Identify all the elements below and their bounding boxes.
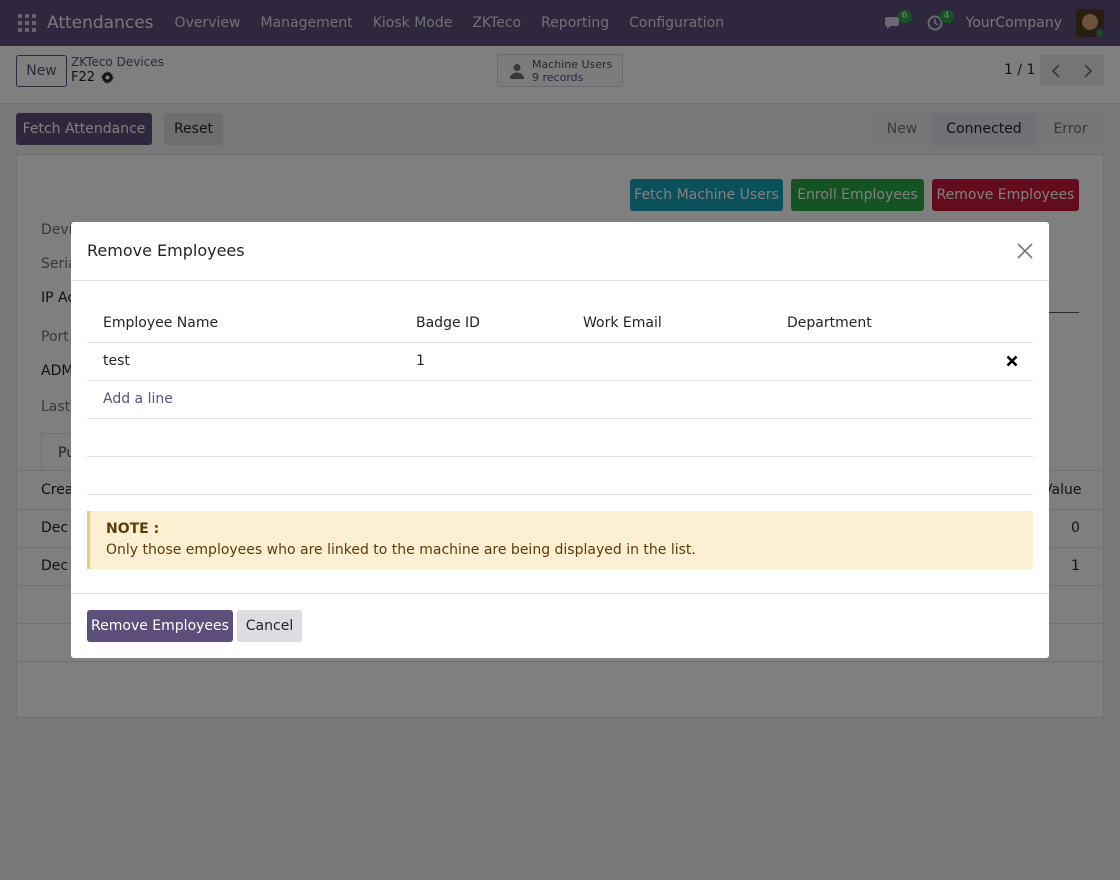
- column-work-email[interactable]: Work Email: [583, 315, 662, 331]
- note-title: NOTE :: [106, 521, 160, 537]
- dialog-footer: Remove Employees Cancel: [71, 593, 1049, 658]
- remove-employees-dialog: Remove Employees Employee Name Badge ID …: [71, 222, 1049, 658]
- table-header: Employee Name Badge ID Work Email Depart…: [87, 303, 1033, 343]
- column-employee-name[interactable]: Employee Name: [103, 315, 218, 331]
- close-icon[interactable]: [1015, 241, 1035, 261]
- empty-row: [87, 457, 1033, 495]
- delete-row-icon[interactable]: [1005, 354, 1019, 368]
- column-department[interactable]: Department: [787, 315, 872, 331]
- cell-badge-id[interactable]: 1: [416, 353, 425, 369]
- column-badge-id[interactable]: Badge ID: [416, 315, 480, 331]
- add-line-row: Add a line: [87, 381, 1033, 419]
- confirm-remove-employees-button[interactable]: Remove Employees: [87, 610, 233, 642]
- table-row[interactable]: test 1: [87, 343, 1033, 381]
- note-text: Only those employees who are linked to t…: [106, 542, 696, 558]
- cancel-button[interactable]: Cancel: [237, 610, 302, 642]
- cell-employee-name[interactable]: test: [103, 353, 130, 369]
- dialog-header: Remove Employees: [71, 222, 1049, 281]
- note-alert: NOTE : Only those employees who are link…: [87, 511, 1033, 569]
- dialog-title: Remove Employees: [87, 241, 245, 260]
- add-line-link[interactable]: Add a line: [103, 391, 173, 407]
- empty-row: [87, 419, 1033, 457]
